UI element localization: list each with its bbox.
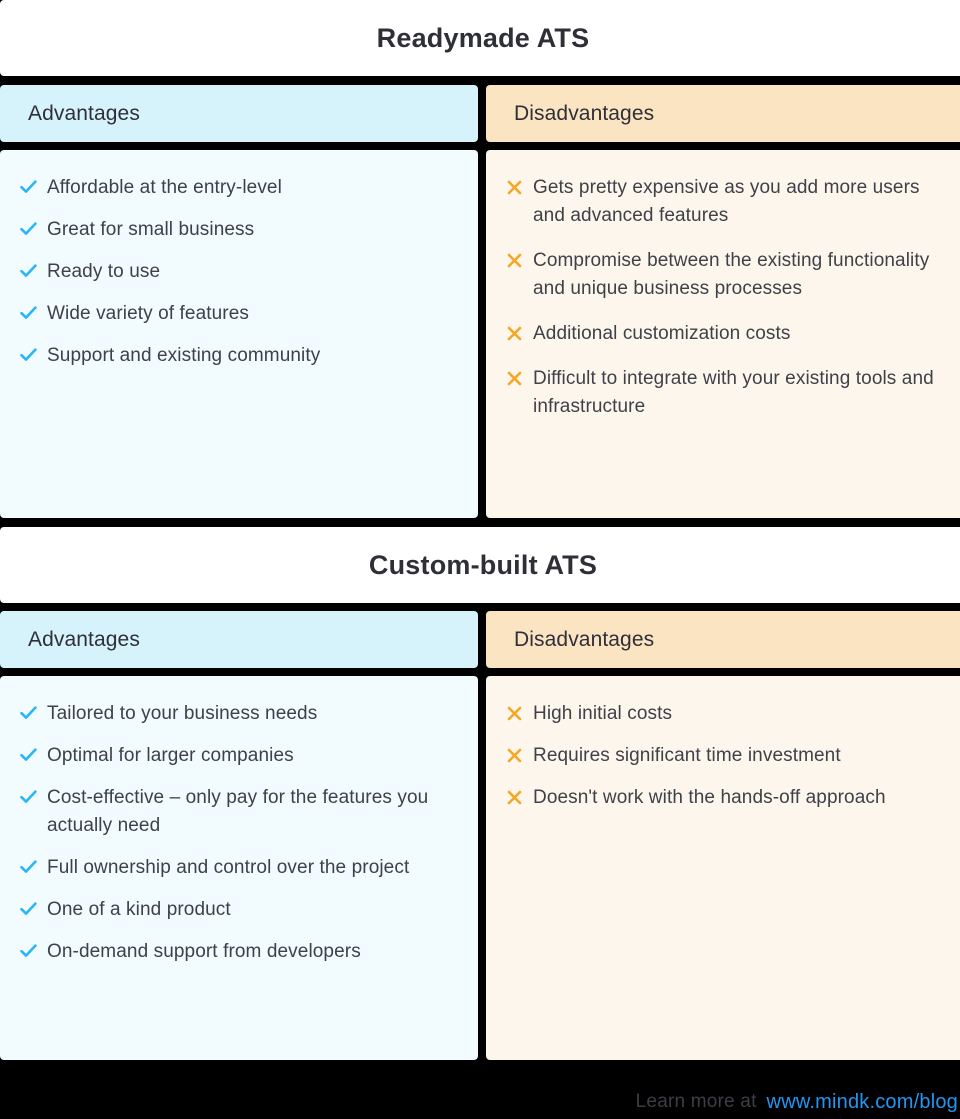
cross-icon	[504, 247, 524, 273]
list-item: Gets pretty expensive as you add more us…	[504, 174, 948, 230]
list-item: Full ownership and control over the proj…	[18, 854, 460, 882]
check-icon	[18, 342, 38, 368]
disadvantages-list-custom: High initial costs Requires significant …	[504, 700, 948, 812]
list-item: Compromise between the existing function…	[504, 247, 948, 303]
list-item: Affordable at the entry-level	[18, 174, 460, 202]
list-item-text: Support and existing community	[47, 345, 321, 366]
list-item: Tailored to your business needs	[18, 700, 460, 728]
list-item-text: Cost-effective – only pay for the featur…	[47, 787, 429, 836]
advantages-list-readymade: Affordable at the entry-level Great for …	[18, 174, 460, 370]
cross-icon	[504, 742, 524, 768]
list-item: Optimal for larger companies	[18, 742, 460, 770]
list-item: Doesn't work with the hands-off approach	[504, 784, 948, 812]
cross-icon	[504, 174, 524, 200]
list-item-text: Doesn't work with the hands-off approach	[533, 787, 886, 808]
page-title: Custom-built ATS	[368, 549, 598, 580]
cross-icon	[504, 365, 524, 391]
cross-icon	[504, 700, 524, 726]
check-icon	[18, 174, 38, 200]
panel-advantages-custom: Tailored to your business needs Optimal …	[0, 676, 478, 1060]
column-header-advantages-readymade: Advantages	[0, 85, 478, 142]
panel-advantages-readymade: Affordable at the entry-level Great for …	[0, 150, 478, 518]
advantages-list-custom: Tailored to your business needs Optimal …	[18, 700, 460, 966]
list-item: On-demand support from developers	[18, 938, 460, 966]
list-item: One of a kind product	[18, 896, 460, 924]
check-icon	[18, 216, 38, 242]
list-item-text: Compromise between the existing function…	[533, 250, 930, 299]
list-item-text: Difficult to integrate with your existin…	[533, 368, 934, 417]
cross-icon	[504, 320, 524, 346]
page-title: Readymade ATS	[376, 22, 590, 53]
list-item-text: Optimal for larger companies	[47, 745, 294, 766]
list-item: High initial costs	[504, 700, 948, 728]
blog-url-link[interactable]: www.mindk.com/blog	[767, 1091, 958, 1114]
list-item-text: Ready to use	[47, 261, 161, 282]
list-item-text: Requires significant time investment	[533, 745, 841, 766]
learn-more-label: Learn more at	[635, 1091, 757, 1112]
cross-icon	[504, 784, 524, 810]
disadvantages-list-readymade: Gets pretty expensive as you add more us…	[504, 174, 948, 421]
list-item-text: High initial costs	[533, 703, 673, 724]
column-header-advantages-custom: Advantages	[0, 611, 478, 668]
check-icon	[18, 896, 38, 922]
list-item: Ready to use	[18, 258, 460, 286]
list-item: Great for small business	[18, 216, 460, 244]
list-item-text: Gets pretty expensive as you add more us…	[533, 177, 920, 226]
check-icon	[18, 700, 38, 726]
list-item: Support and existing community	[18, 342, 460, 370]
list-item-text: Great for small business	[47, 219, 255, 240]
list-item: Additional customization costs	[504, 320, 948, 348]
column-header-disadvantages-custom: Disadvantages	[486, 611, 960, 668]
list-item: Wide variety of features	[18, 300, 460, 328]
column-header-disadvantages-readymade: Disadvantages	[486, 85, 960, 142]
check-icon	[18, 742, 38, 768]
column-header-label: Disadvantages	[514, 101, 655, 125]
list-item: Requires significant time investment	[504, 742, 948, 770]
check-icon	[18, 854, 38, 880]
list-item-text: Additional customization costs	[533, 323, 791, 344]
list-item-text: Tailored to your business needs	[47, 703, 318, 724]
list-item-text: On-demand support from developers	[47, 941, 361, 962]
ats-comparison-infographic: Readymade ATS Advantages Disadvantages A…	[0, 0, 960, 1119]
footer: Learn more at www.mindk.com/blog	[0, 1085, 960, 1119]
list-item: Cost-effective – only pay for the featur…	[18, 784, 460, 840]
list-item-text: One of a kind product	[47, 899, 231, 920]
panel-disadvantages-custom: High initial costs Requires significant …	[486, 676, 960, 1060]
list-item-text: Wide variety of features	[47, 303, 249, 324]
column-header-label: Disadvantages	[514, 627, 655, 651]
column-header-label: Advantages	[28, 627, 140, 651]
list-item-text: Full ownership and control over the proj…	[47, 857, 410, 878]
list-item-text: Affordable at the entry-level	[47, 177, 282, 198]
section-title-custom-built: Custom-built ATS	[0, 527, 960, 603]
check-icon	[18, 784, 38, 810]
panel-disadvantages-readymade: Gets pretty expensive as you add more us…	[486, 150, 960, 518]
list-item: Difficult to integrate with your existin…	[504, 365, 948, 421]
check-icon	[18, 938, 38, 964]
column-header-label: Advantages	[28, 101, 140, 125]
section-title-readymade: Readymade ATS	[0, 0, 960, 76]
check-icon	[18, 258, 38, 284]
check-icon	[18, 300, 38, 326]
